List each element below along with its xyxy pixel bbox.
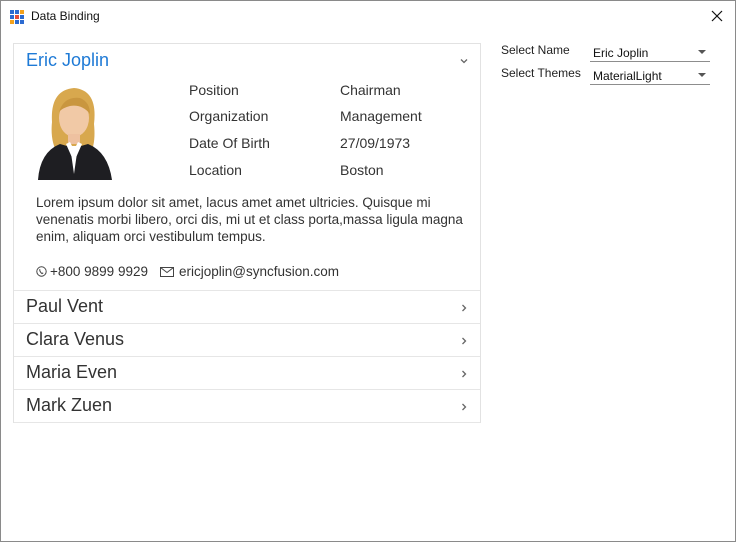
accordion-item-expanded: Eric Joplin Position Chairman Organizati…: [14, 44, 480, 291]
dropdown-arrow-icon: [698, 50, 706, 54]
accordion-header-eric-joplin[interactable]: Eric Joplin: [26, 50, 109, 71]
profile-photo: [30, 82, 118, 180]
select-name-value: Eric Joplin: [593, 46, 649, 60]
accordion-item-maria-even[interactable]: Maria Even: [14, 357, 480, 390]
detail-value-location: Boston: [340, 162, 384, 178]
accordion-item-clara-venus[interactable]: Clara Venus: [14, 324, 480, 357]
select-themes-dropdown[interactable]: MaterialLight: [590, 65, 710, 85]
email-address: ericjoplin@syncfusion.com: [179, 264, 340, 279]
select-themes-label: Select Themes: [501, 66, 581, 80]
detail-label-location: Location: [189, 162, 242, 178]
detail-value-organization: Management: [340, 108, 422, 124]
chevron-right-icon: [462, 337, 467, 345]
accordion-item-label: Clara Venus: [26, 329, 125, 349]
phone-number: +800 9899 9929: [50, 264, 148, 279]
mail-icon: [160, 266, 174, 277]
phone-icon: [36, 266, 47, 277]
chevron-down-icon[interactable]: [458, 55, 470, 67]
detail-label-dob: Date Of Birth: [189, 135, 270, 151]
accordion-item-mark-zuen[interactable]: Mark Zuen: [14, 390, 480, 423]
description-text: Lorem ipsum dolor sit amet, lacus amet a…: [36, 195, 463, 244]
accordion-item-paul-vent[interactable]: Paul Vent: [14, 291, 480, 324]
chevron-right-icon: [462, 403, 467, 411]
email-contact: ericjoplin@syncfusion.com: [160, 264, 339, 279]
accordion-item-label: Paul Vent: [26, 296, 104, 316]
dropdown-arrow-icon: [698, 73, 706, 77]
accordion-item-label: Maria Even: [26, 362, 118, 382]
detail-value-position: Chairman: [340, 82, 401, 98]
main-window: Data Binding Eric Joplin Position Chairm…: [0, 0, 736, 542]
accordion: Eric Joplin Position Chairman Organizati…: [13, 43, 481, 423]
close-icon: [711, 10, 723, 22]
app-grid-icon: [10, 10, 24, 24]
select-name-dropdown[interactable]: Eric Joplin: [590, 42, 710, 62]
window-title: Data Binding: [31, 9, 100, 23]
accordion-item-label: Mark Zuen: [26, 395, 113, 415]
detail-value-dob: 27/09/1973: [340, 135, 411, 151]
select-themes-value: MaterialLight: [593, 69, 662, 83]
chevron-right-icon: [462, 370, 467, 378]
detail-label-organization: Organization: [189, 108, 269, 124]
select-name-label: Select Name: [501, 43, 570, 57]
chevron-right-icon: [462, 304, 467, 312]
close-button[interactable]: [705, 5, 729, 27]
phone-contact: +800 9899 9929: [36, 264, 148, 279]
title-bar: Data Binding: [1, 1, 735, 32]
detail-label-position: Position: [189, 82, 239, 98]
